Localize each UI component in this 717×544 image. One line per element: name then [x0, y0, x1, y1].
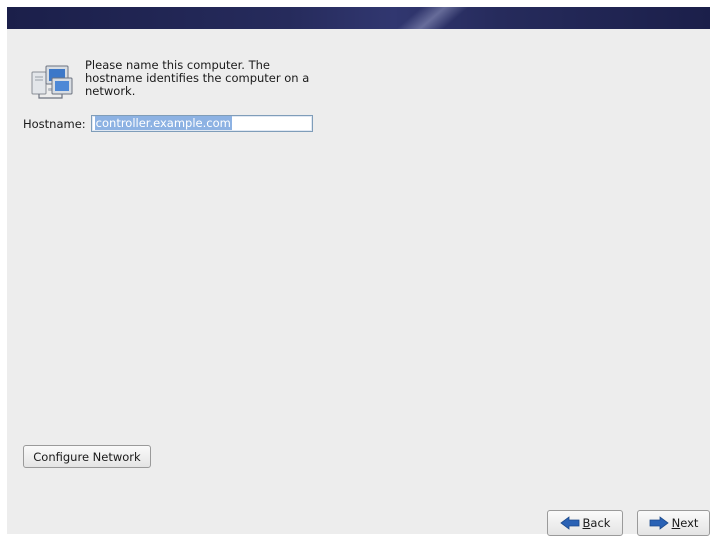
- network-computer-icon: [30, 64, 76, 104]
- hostname-row: Hostname: controller.example.com: [23, 115, 313, 132]
- hostname-value: controller.example.com: [94, 116, 232, 130]
- intro-row: Please name this computer. The hostname …: [30, 59, 325, 104]
- configure-network-label: Configure Network: [33, 449, 141, 464]
- hostname-label: Hostname:: [23, 116, 86, 131]
- banner-sheen: [355, 7, 489, 29]
- hostname-input[interactable]: controller.example.com: [90, 115, 313, 132]
- arrow-left-icon: [559, 516, 580, 530]
- back-button[interactable]: Back: [547, 510, 623, 536]
- next-button[interactable]: Next: [637, 510, 710, 536]
- back-label: Back: [582, 516, 611, 530]
- installer-window: Please name this computer. The hostname …: [0, 0, 717, 544]
- content-panel: Please name this computer. The hostname …: [7, 29, 710, 536]
- configure-network-button[interactable]: Configure Network: [23, 445, 151, 468]
- arrow-right-icon: [649, 516, 669, 530]
- top-banner: [7, 7, 710, 29]
- next-label: Next: [671, 516, 699, 530]
- intro-text: Please name this computer. The hostname …: [85, 58, 310, 98]
